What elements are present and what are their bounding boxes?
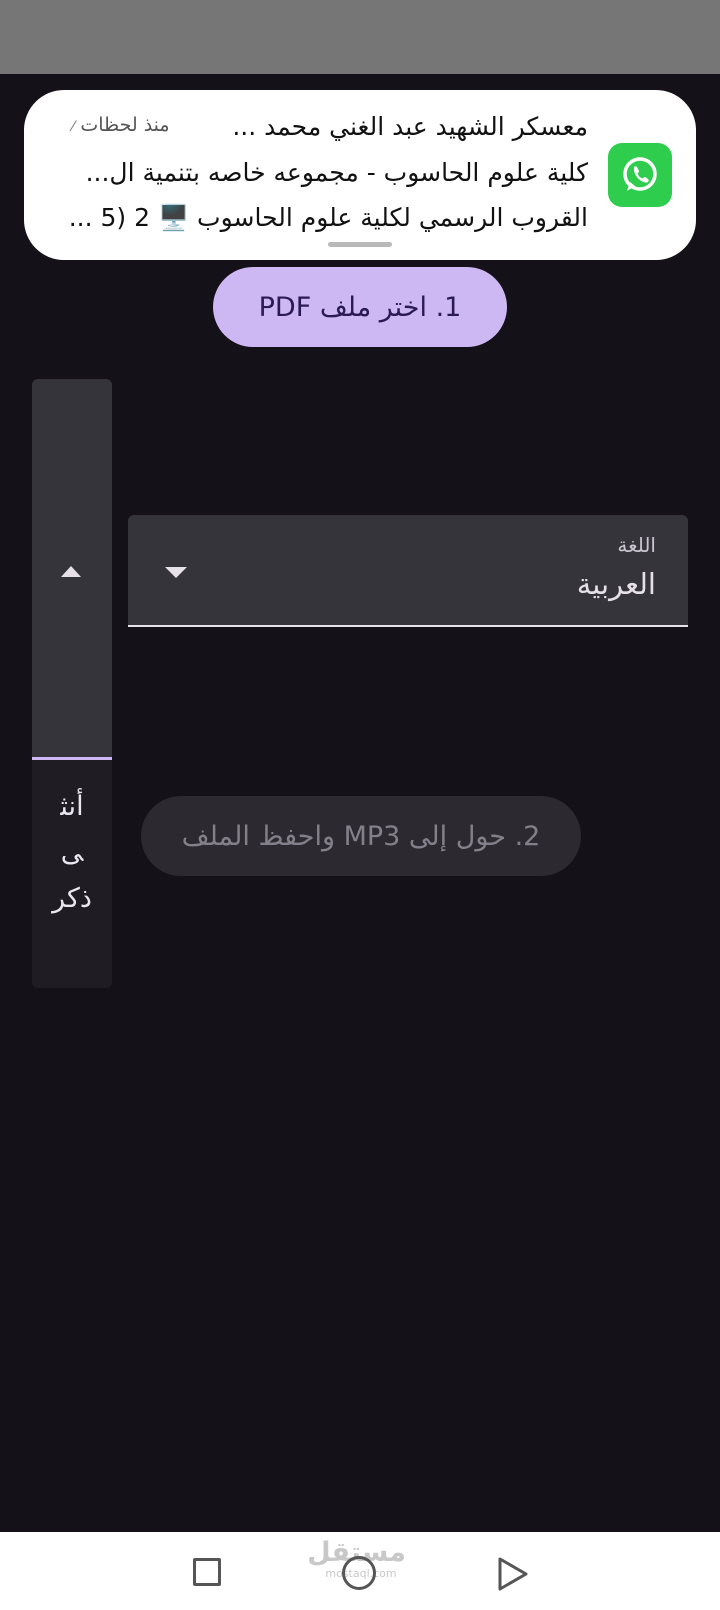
notification-time-text: منذ لحظات xyxy=(80,114,170,136)
circle-icon[interactable] xyxy=(342,1556,376,1590)
voice-dropdown[interactable]: أنثى ذكر xyxy=(32,379,112,988)
language-dropdown[interactable]: اللغة العربية xyxy=(128,515,688,627)
voice-dropdown-field[interactable] xyxy=(32,379,112,760)
arrow-down-icon xyxy=(165,567,187,578)
triangle-icon[interactable] xyxy=(496,1556,530,1592)
edit-icon: ⁄ xyxy=(72,119,75,135)
convert-mp3-button[interactable]: 2. حول إلى MP3 واحفظ الملف xyxy=(141,796,581,876)
whatsapp-icon xyxy=(608,143,672,207)
voice-option-male[interactable]: ذكر xyxy=(52,876,92,922)
notification-time: منذ لحظات ⁄ xyxy=(72,114,170,136)
square-icon[interactable] xyxy=(193,1558,221,1586)
notification-message-2: القروب الرسمي لكلية علوم الحاسوب 🖥️ 2 (5… xyxy=(68,203,588,232)
navigation-bar: مستقل mostaql.com xyxy=(0,1532,720,1610)
status-bar xyxy=(0,0,720,74)
language-label: اللغة xyxy=(617,533,656,557)
notification-message-1: كلية علوم الحاسوب - مجموعه خاصه بتنمية ا… xyxy=(85,158,588,187)
pick-pdf-button[interactable]: 1. اختر ملف PDF xyxy=(213,267,507,347)
arrow-up-icon xyxy=(61,566,81,577)
notification-title: معسكر الشهيد عبد الغني محمد ... xyxy=(232,112,588,141)
voice-option-female[interactable]: أنثى xyxy=(52,784,92,876)
notification-drag-handle[interactable] xyxy=(328,242,392,247)
voice-options-list: أنثى ذكر xyxy=(32,784,112,922)
language-value: العربية xyxy=(576,567,656,601)
whatsapp-notification[interactable]: معسكر الشهيد عبد الغني محمد ... منذ لحظا… xyxy=(24,90,696,260)
